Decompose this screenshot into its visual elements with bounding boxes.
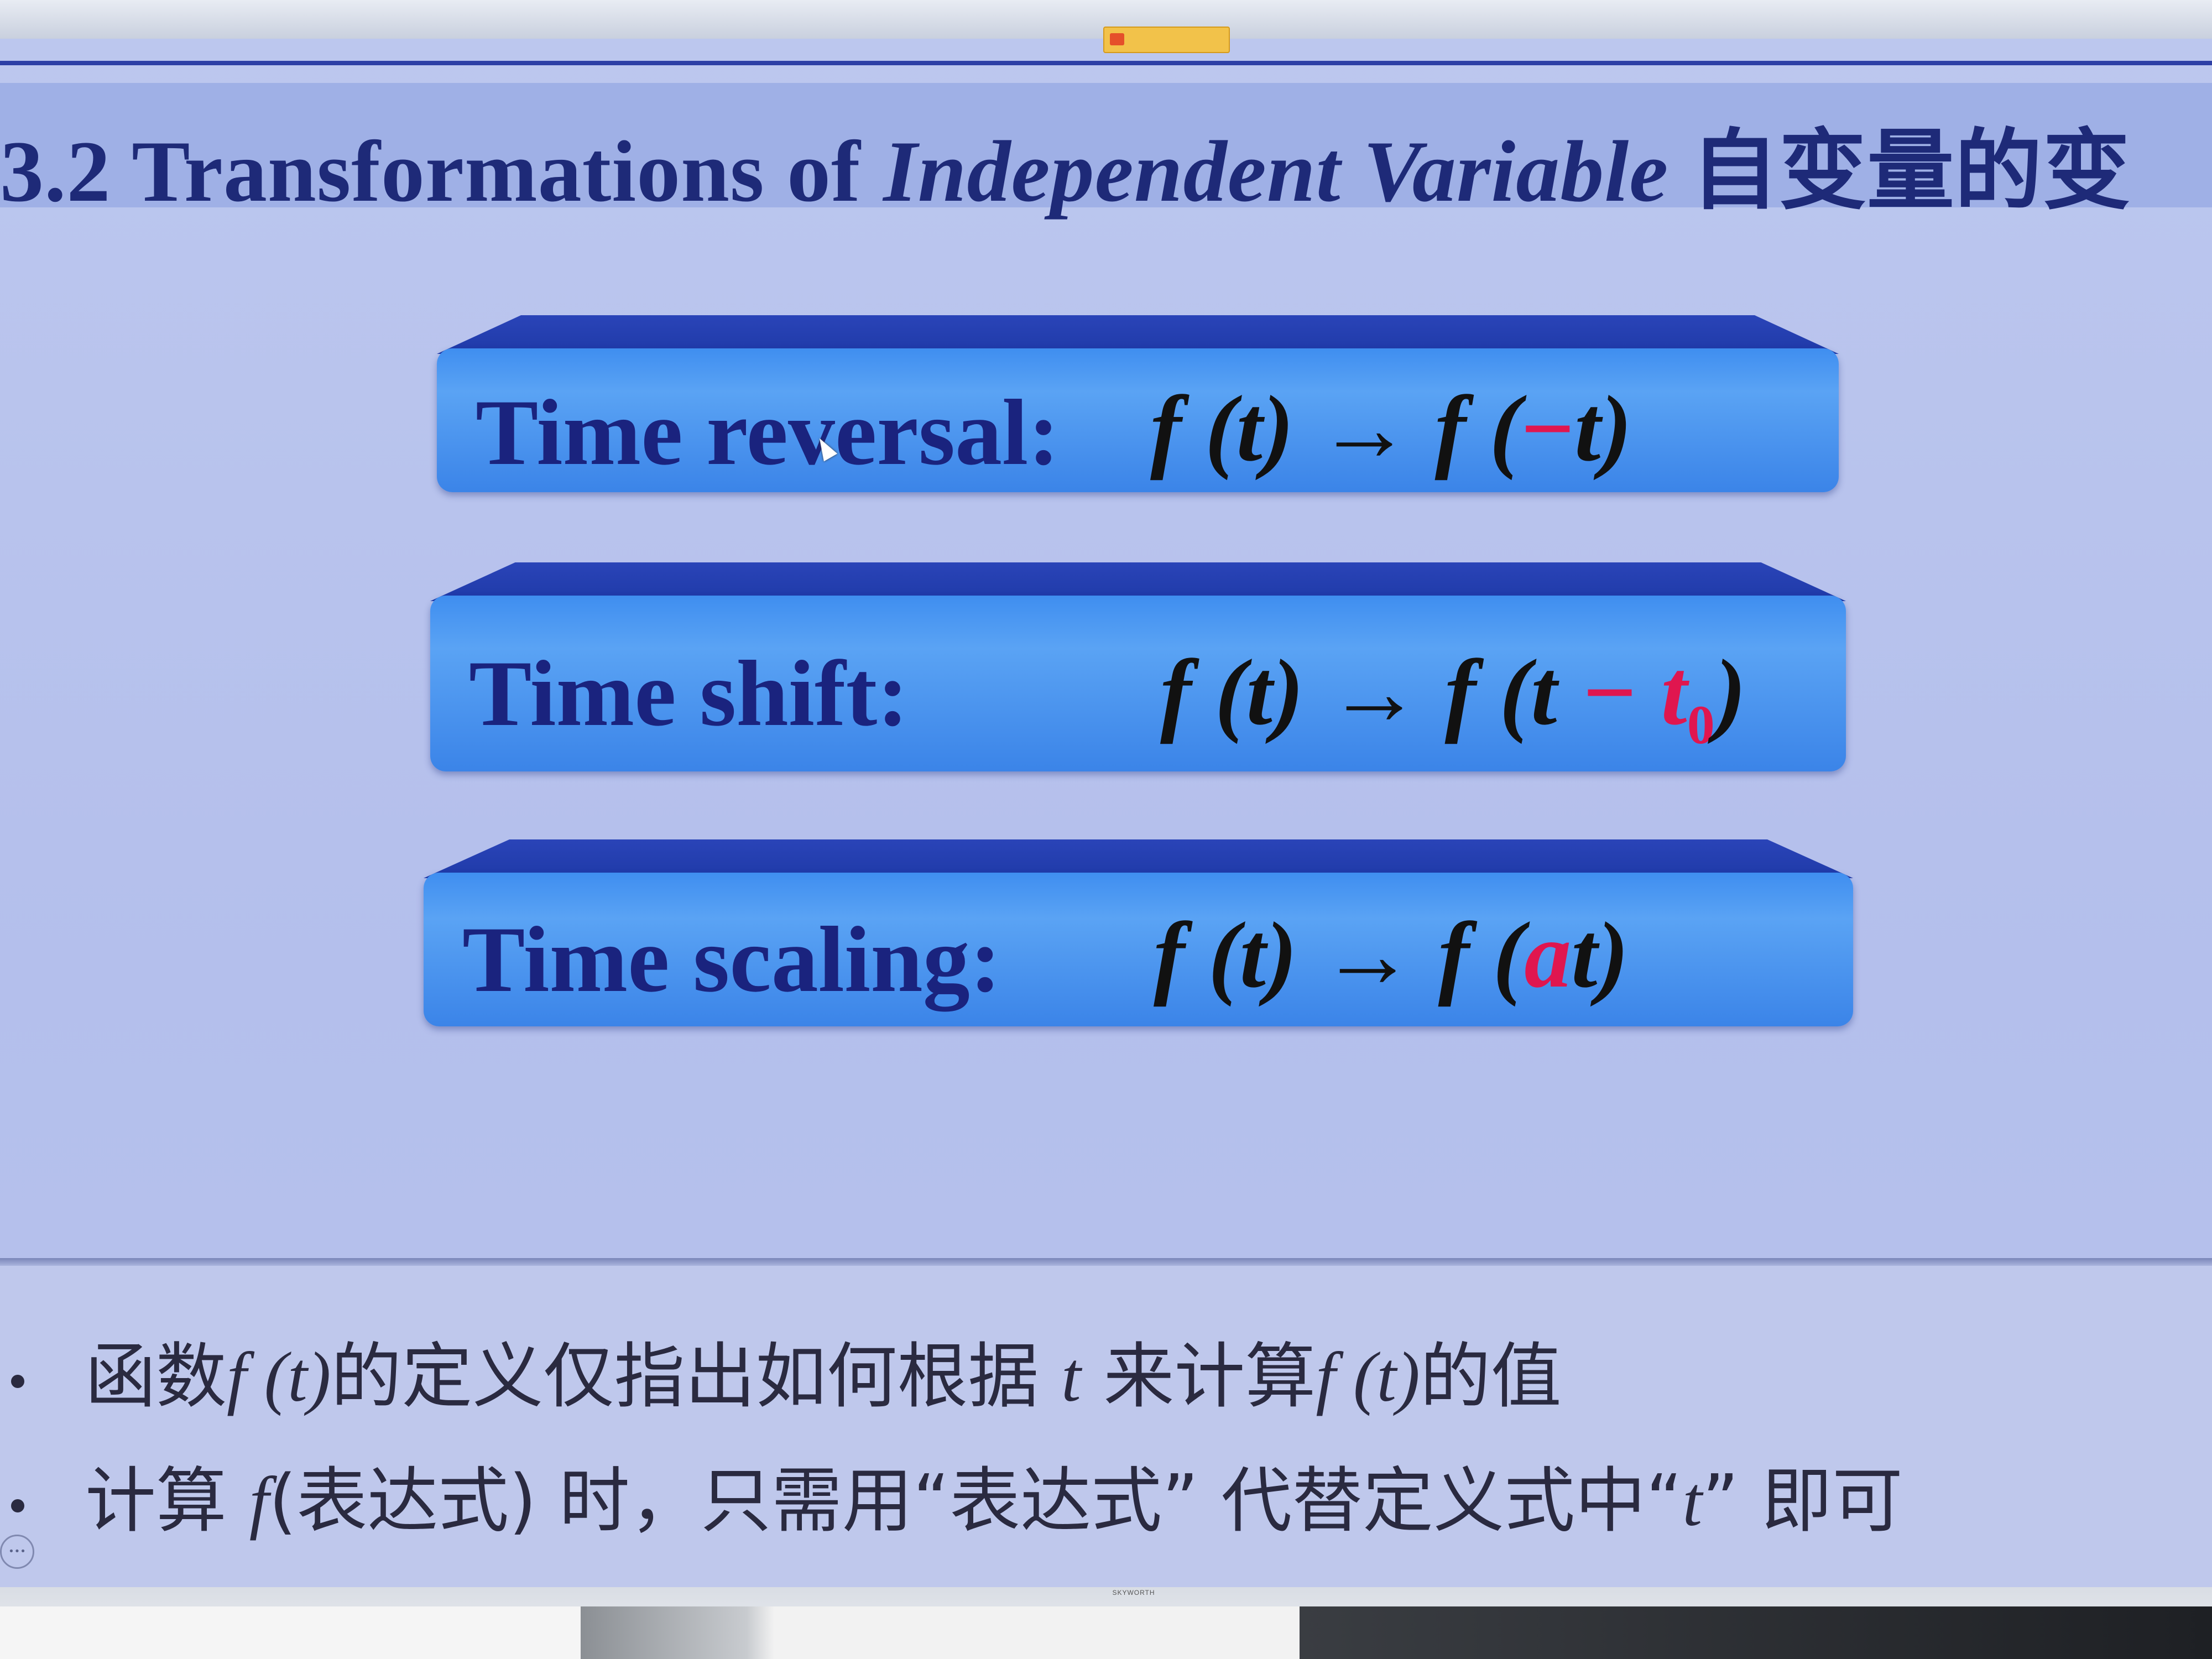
bullet-item: 函数f (t)的定义仅指出如何根据 t 来计算f (t)的值	[11, 1319, 1562, 1421]
bullet-math: f	[249, 1462, 269, 1541]
formula-rhs-tail: )	[1714, 640, 1746, 744]
bullet-math: f (t)	[227, 1338, 331, 1416]
bullet-text: 的定义仅指出如何根据	[331, 1335, 1062, 1418]
arrow-icon: →	[1327, 640, 1422, 744]
formula-rhs-open: f (	[1438, 903, 1525, 1007]
time-shift-box: Time shift: f (t) → f (t − t0)	[430, 562, 1846, 771]
bullet-text: 来计算	[1081, 1335, 1316, 1418]
bullet-dot-icon	[11, 1499, 24, 1512]
arrow-icon: →	[1317, 377, 1412, 481]
title-chinese: 自变量的变	[1691, 120, 2131, 222]
bullet-text: ” 即可	[1702, 1460, 1903, 1542]
time-reversal-box: Time reversal: f (t) → f (−t)	[437, 315, 1839, 492]
time-scaling-formula: f (t) → f (at)	[1154, 901, 1629, 1009]
formula-highlight: a	[1524, 903, 1572, 1007]
monitor-brand: SKYWORTH	[1112, 1589, 1155, 1597]
bullet-text: 的值	[1420, 1335, 1562, 1418]
bullet-item: 计算 f(表达式) 时，只需用“表达式” 代替定义式中“t” 即可	[11, 1443, 1903, 1546]
title-word: Transformations of	[132, 123, 861, 220]
formula-rhs-open: f (t	[1444, 640, 1581, 744]
time-shift-formula: f (t) → f (t − t0)	[1160, 639, 1746, 757]
formula-subscript: 0	[1687, 694, 1715, 755]
bullet-math: t	[1682, 1462, 1703, 1541]
time-reversal-formula: f (t) → f (−t)	[1150, 375, 1632, 483]
slide-title: 3.2 Transformations of Independent Varia…	[0, 100, 2131, 226]
formula-lhs: f (t)	[1160, 640, 1304, 744]
time-shift-label: Time shift:	[469, 641, 909, 745]
bullet-text: 函数	[85, 1335, 227, 1418]
formula-highlight: − t	[1580, 640, 1687, 744]
slideshow-toolbar-icon[interactable]	[1103, 27, 1230, 53]
title-rule	[0, 61, 2212, 65]
bullet-text: 计算	[85, 1460, 249, 1542]
time-scaling-label: Time scaling:	[462, 907, 1001, 1011]
slide-divider	[0, 1258, 2212, 1266]
formula-rhs-tail: t)	[1574, 377, 1632, 481]
room-background	[0, 1606, 2212, 1659]
formula-rhs-open: f (	[1434, 377, 1521, 481]
title-italic: Independent Variable	[883, 123, 1669, 220]
formula-lhs: f (t)	[1150, 377, 1294, 481]
formula-rhs-tail: t)	[1571, 903, 1629, 1007]
bullet-text: (表达式) 时，只需用“表达式” 代替定义式中“	[269, 1460, 1683, 1542]
formula-highlight: −	[1521, 377, 1575, 481]
bullet-math: t	[1061, 1338, 1081, 1416]
toolbar-logo-icon	[1110, 33, 1124, 45]
bullet-math: f (t)	[1316, 1338, 1420, 1416]
time-scaling-box: Time scaling: f (t) → f (at)	[424, 839, 1853, 1026]
formula-lhs: f (t)	[1154, 903, 1297, 1007]
section-number: 3.2	[0, 123, 111, 220]
bullet-dot-icon	[11, 1374, 24, 1388]
arrow-icon: →	[1321, 903, 1415, 1007]
more-options-icon[interactable]: •••	[0, 1535, 34, 1569]
time-reversal-label: Time reversal:	[476, 380, 1060, 484]
